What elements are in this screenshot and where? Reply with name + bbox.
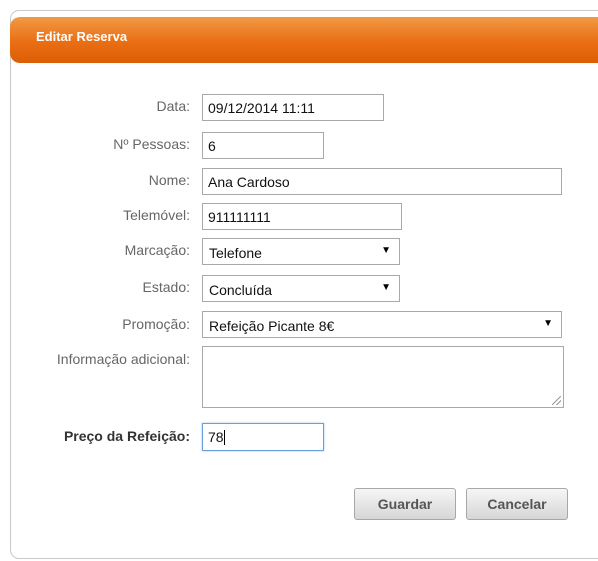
telemovel-input[interactable]: 911111111 xyxy=(202,203,402,230)
resize-grip-icon[interactable] xyxy=(552,396,561,405)
estado-select-value: Concluída xyxy=(209,282,273,298)
data-input-value: 09/12/2014 11:11 xyxy=(208,100,315,116)
marcacao-select-value: Telefone xyxy=(209,245,262,261)
text-caret xyxy=(223,430,225,445)
nome-input[interactable]: Ana Cardoso xyxy=(202,168,562,195)
info-textarea[interactable] xyxy=(202,346,564,408)
preco-input-value: 78 xyxy=(208,429,224,445)
promocao-label: Promoção: xyxy=(122,316,190,332)
dialog-title: Editar Reserva xyxy=(36,29,128,44)
nome-label: Nome: xyxy=(148,172,190,188)
pessoas-input[interactable]: 6 xyxy=(202,132,324,159)
promocao-select-value: Refeição Picante 8€ xyxy=(209,318,335,334)
nome-input-value: Ana Cardoso xyxy=(208,174,290,190)
marcacao-select[interactable]: Telefone ▼ xyxy=(202,238,400,265)
promocao-select[interactable]: Refeição Picante 8€ ▼ xyxy=(202,311,562,338)
preco-input[interactable]: 78 xyxy=(202,423,324,451)
cancelar-button[interactable]: Cancelar xyxy=(466,488,568,520)
estado-select[interactable]: Concluída ▼ xyxy=(202,275,400,302)
preco-label: Preço da Refeição: xyxy=(63,428,190,444)
estado-label: Estado: xyxy=(142,279,190,295)
dialog-titlebar: Editar Reserva xyxy=(10,17,598,63)
info-label: Informação adicional: xyxy=(56,351,190,367)
guardar-button[interactable]: Guardar xyxy=(354,488,456,520)
chevron-down-icon: ▼ xyxy=(381,282,391,293)
data-input[interactable]: 09/12/2014 11:11 xyxy=(202,94,384,121)
telemovel-label: Telemóvel: xyxy=(123,207,190,223)
pessoas-label: Nº Pessoas: xyxy=(113,136,190,152)
chevron-down-icon: ▼ xyxy=(381,245,391,256)
telemovel-input-value: 911111111 xyxy=(208,209,271,225)
pessoas-input-value: 6 xyxy=(208,138,216,154)
chevron-down-icon: ▼ xyxy=(543,318,553,329)
marcacao-label: Marcação: xyxy=(124,242,190,258)
data-label: Data: xyxy=(156,98,190,114)
